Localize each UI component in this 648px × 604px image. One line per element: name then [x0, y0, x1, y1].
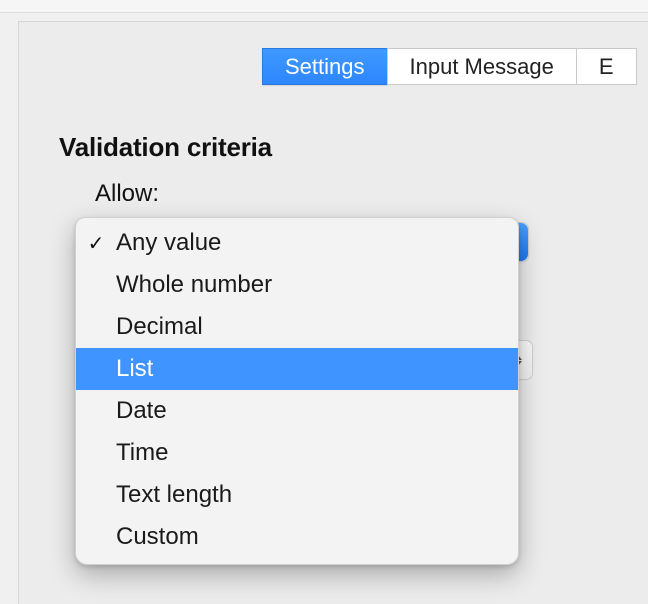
- window-titlebar-strip: [0, 0, 648, 13]
- tab-error-alert[interactable]: E: [576, 48, 637, 85]
- tab-settings[interactable]: Settings: [262, 48, 388, 85]
- allow-option-list[interactable]: List: [76, 348, 518, 390]
- allow-option-text-length[interactable]: Text length: [76, 474, 518, 516]
- menu-item-label: Whole number: [116, 271, 272, 299]
- allow-option-whole-number[interactable]: Whole number: [76, 264, 518, 306]
- section-heading-validation-criteria: Validation criteria: [59, 132, 272, 163]
- menu-item-label: Decimal: [116, 313, 203, 341]
- allow-label: Allow:: [95, 180, 159, 208]
- allow-dropdown-popup: ✓ Any value Whole number Decimal List Da…: [75, 217, 519, 565]
- menu-item-label: Text length: [116, 481, 232, 509]
- menu-item-label: Custom: [116, 523, 199, 551]
- menu-item-label: Time: [116, 439, 168, 467]
- menu-item-label: Date: [116, 397, 167, 425]
- menu-item-label: List: [116, 355, 153, 383]
- data-validation-panel: Settings Input Message E Validation crit…: [18, 21, 648, 604]
- tab-input-message[interactable]: Input Message: [387, 48, 577, 85]
- allow-option-time[interactable]: Time: [76, 432, 518, 474]
- tab-bar: Settings Input Message E: [263, 48, 648, 83]
- allow-option-custom[interactable]: Custom: [76, 516, 518, 558]
- allow-option-date[interactable]: Date: [76, 390, 518, 432]
- allow-option-decimal[interactable]: Decimal: [76, 306, 518, 348]
- allow-option-any-value[interactable]: ✓ Any value: [76, 222, 518, 264]
- checkmark-icon: ✓: [76, 231, 116, 256]
- menu-item-label: Any value: [116, 229, 221, 257]
